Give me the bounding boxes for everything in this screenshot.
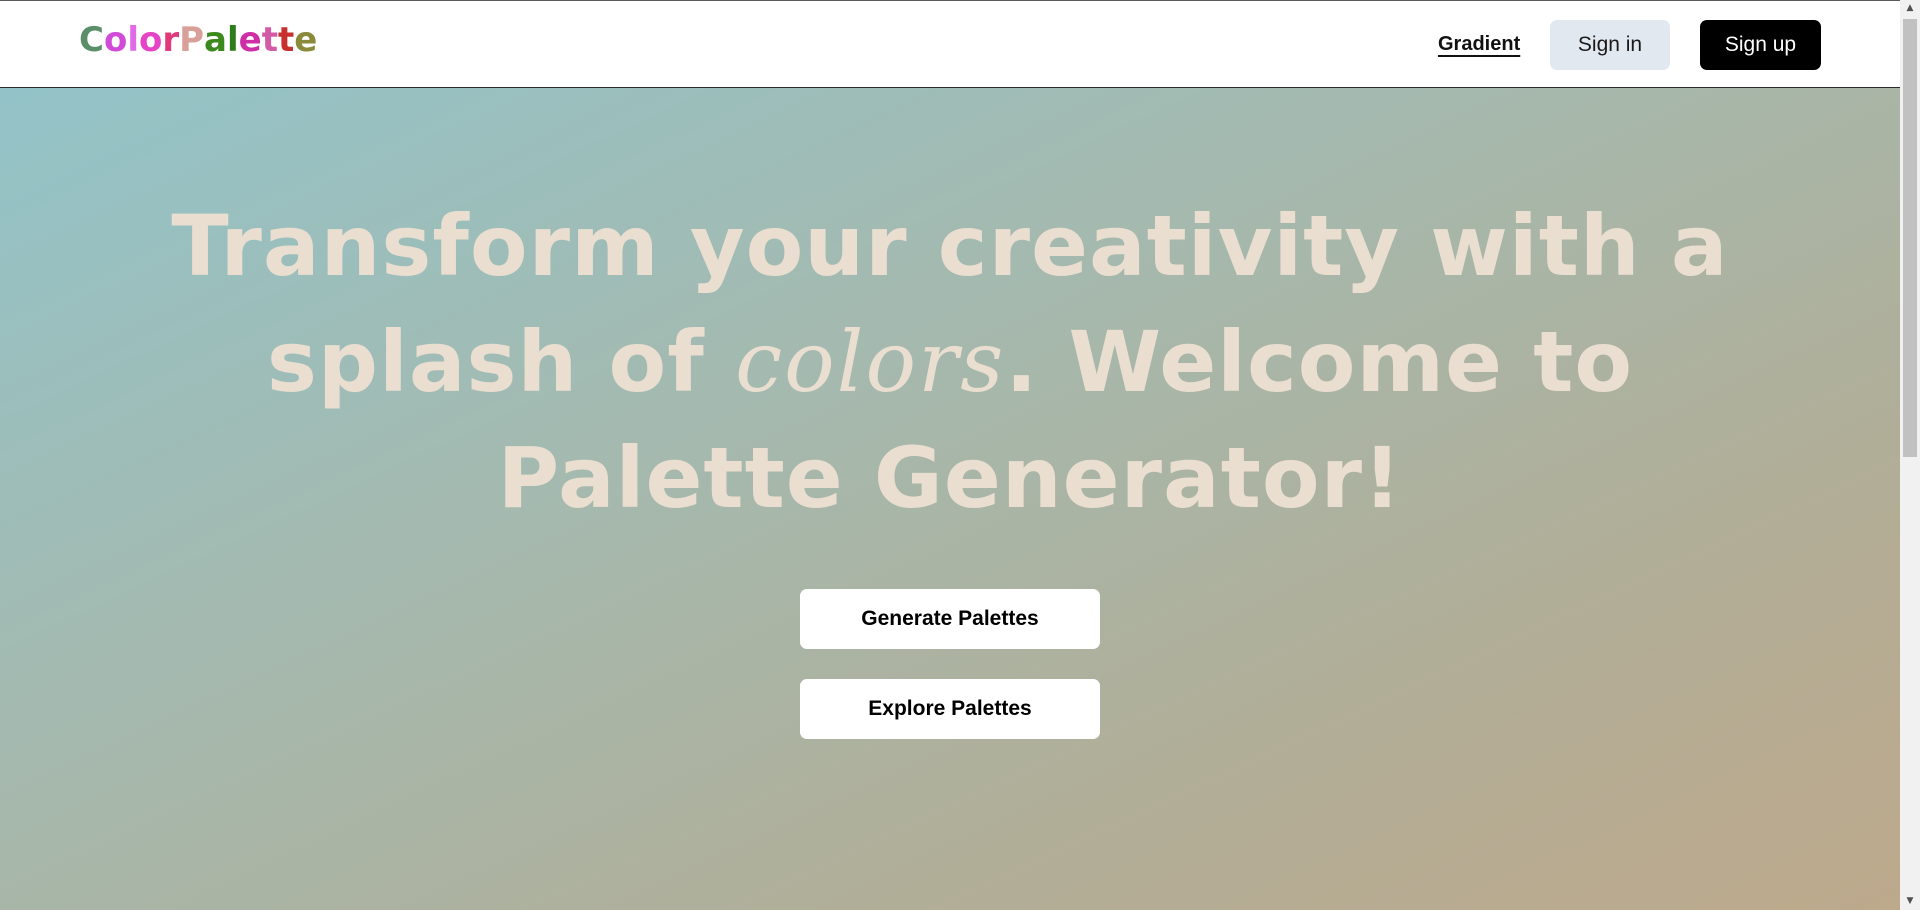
hero-headline: Transform your creativity with a splash … [100, 188, 1800, 536]
colorpalette-logo[interactable]: ColorPalette [79, 23, 317, 57]
logo-letter: P [179, 20, 205, 60]
generate-palettes-button[interactable]: Generate Palettes [800, 589, 1100, 649]
logo-letter: t [277, 20, 295, 60]
logo-letter: a [204, 20, 227, 60]
vertical-scrollbar[interactable]: ▲ ▼ [1900, 0, 1920, 910]
logo-letter: C [79, 20, 104, 60]
sign-up-button[interactable]: Sign up [1700, 20, 1821, 70]
scrollbar-thumb[interactable] [1903, 19, 1917, 457]
top-navbar: ColorPalette Gradient Sign in Sign up [0, 0, 1900, 88]
logo-letter: e [238, 20, 262, 60]
page: ColorPalette Gradient Sign in Sign up Tr… [0, 0, 1900, 910]
logo-letter: e [294, 20, 318, 60]
logo-letter: l [127, 20, 139, 60]
logo-letter: o [138, 20, 163, 60]
headline-colors-word: colors [735, 313, 1006, 411]
sign-in-button[interactable]: Sign in [1550, 20, 1670, 70]
logo-letter: l [226, 20, 239, 60]
scroll-down-arrow-icon[interactable]: ▼ [1900, 893, 1920, 910]
explore-palettes-button[interactable]: Explore Palettes [800, 679, 1100, 739]
logo-letter: t [261, 20, 278, 60]
nav-gradient-link[interactable]: Gradient [1438, 33, 1520, 56]
scroll-up-arrow-icon[interactable]: ▲ [1900, 0, 1920, 17]
logo-letter: r [162, 20, 180, 60]
hero-section: Transform your creativity with a splash … [0, 88, 1900, 910]
logo-letter: o [103, 20, 128, 60]
